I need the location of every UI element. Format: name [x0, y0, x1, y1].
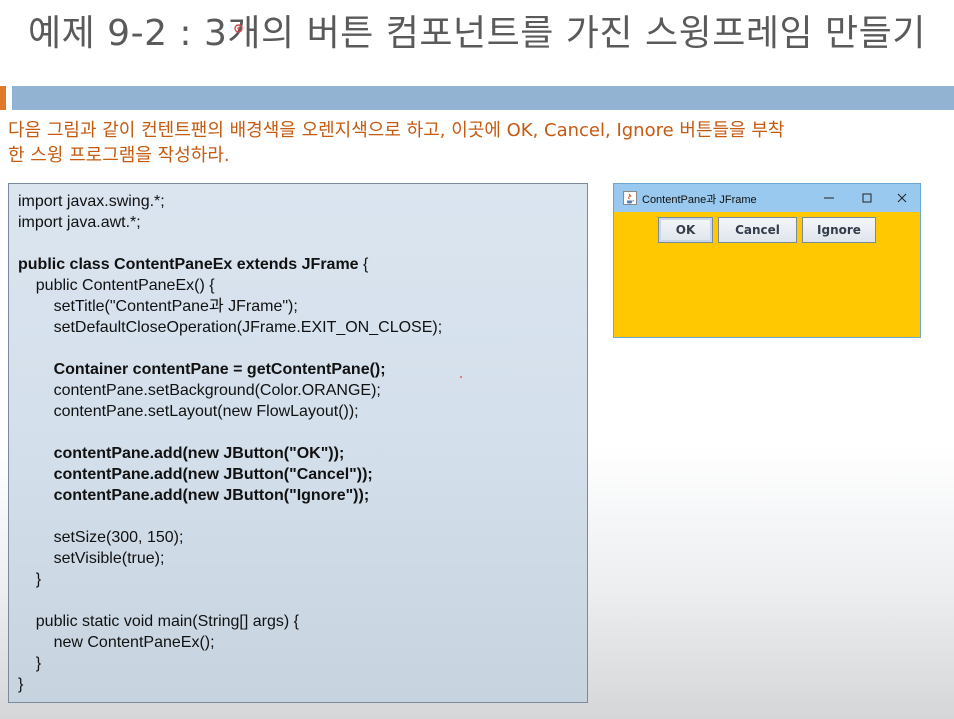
code-line: new ContentPaneEx();: [18, 634, 215, 651]
code-line: import javax.swing.*;: [18, 193, 165, 210]
minimize-icon[interactable]: [815, 188, 843, 208]
code-line: contentPane.add(new JButton("Ignore"));: [18, 487, 370, 504]
ok-button[interactable]: OK: [658, 217, 713, 243]
code-line: }: [18, 655, 42, 672]
title-divider-bar: [12, 86, 954, 110]
code-line: contentPane.setLayout(new FlowLayout());: [18, 403, 359, 420]
code-line: contentPane.add(new JButton("Cancel"));: [18, 466, 373, 483]
code-line: public ContentPaneEx() {: [18, 277, 215, 294]
code-line: }: [18, 676, 24, 693]
code-line: import java.awt.*;: [18, 214, 141, 231]
instruction-line-1: 다음 그림과 같이 컨텐트팬의 배경색을 오렌지색으로 하고, 이곳에 OK, …: [8, 120, 785, 141]
code-line: setTitle("ContentPane과 JFrame");: [18, 298, 298, 315]
ignore-button[interactable]: Ignore: [802, 217, 876, 243]
code-line: }: [18, 571, 42, 588]
annotation-dot: [460, 376, 462, 378]
slide-title: 예제 9-2 : 3개의 버튼 컴포넌트를 가진 스윙프레임 만들기: [28, 13, 926, 54]
window-content-pane: OK Cancel Ignore: [614, 212, 920, 243]
pointer-marker-icon: [234, 24, 243, 33]
code-box: import javax.swing.*; import java.awt.*; …: [8, 183, 588, 703]
maximize-icon[interactable]: [853, 188, 881, 208]
title-bar-accent: [0, 86, 6, 110]
code-line: setVisible(true);: [18, 550, 165, 567]
code-line: contentPane.add(new JButton("OK"));: [18, 445, 345, 462]
code-line: Container contentPane = getContentPane()…: [18, 361, 386, 378]
swing-window-preview: ContentPane과 JFrame OK Cancel Ignore: [613, 183, 921, 338]
close-icon[interactable]: [888, 188, 916, 208]
instruction-line-2: 한 스윙 프로그램을 작성하라.: [8, 145, 230, 166]
code-listing: import javax.swing.*; import java.awt.*; …: [18, 191, 442, 695]
code-line: public class ContentPaneEx extends JFram…: [18, 256, 369, 273]
code-line: setDefaultCloseOperation(JFrame.EXIT_ON_…: [18, 319, 443, 336]
cancel-button[interactable]: Cancel: [718, 217, 797, 243]
window-titlebar: ContentPane과 JFrame: [614, 184, 920, 212]
window-title: ContentPane과 JFrame: [642, 194, 757, 206]
java-icon: [623, 191, 637, 205]
code-line: public static void main(String[] args) {: [18, 613, 299, 630]
instruction-text: 다음 그림과 같이 컨텐트팬의 배경색을 오렌지색으로 하고, 이곳에 OK, …: [8, 118, 938, 168]
code-line: setSize(300, 150);: [18, 529, 184, 546]
code-line: contentPane.setBackground(Color.ORANGE);: [18, 382, 381, 399]
